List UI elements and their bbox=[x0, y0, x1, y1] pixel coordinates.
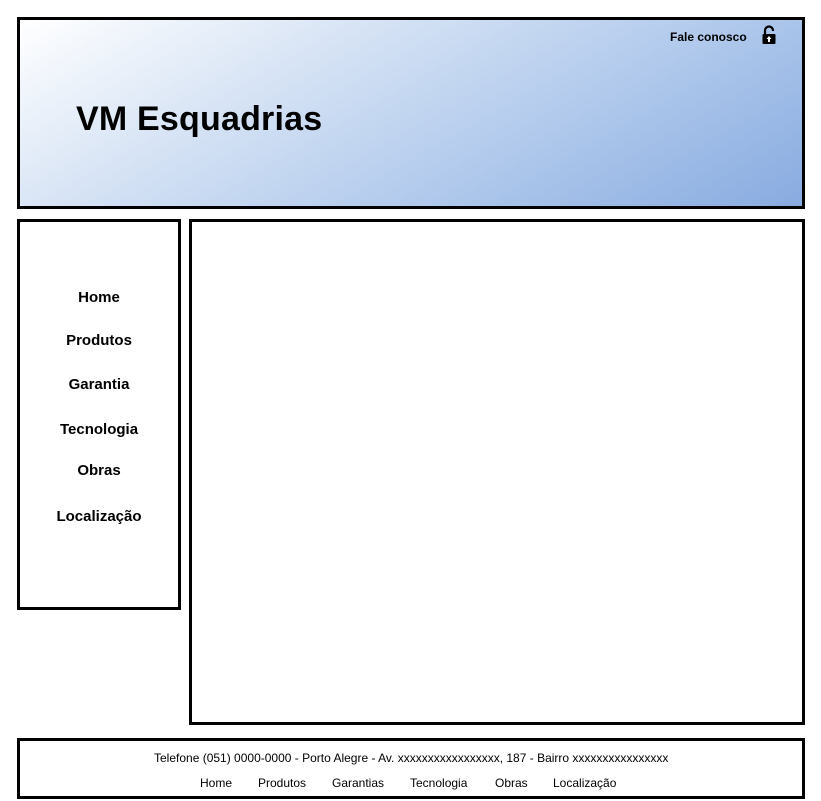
footer-link-obras[interactable]: Obras bbox=[495, 776, 528, 790]
sidebar-item-obras[interactable]: Obras bbox=[20, 461, 178, 481]
site-header: VM Esquadrias Fale conosco bbox=[17, 17, 805, 209]
contact-link[interactable]: Fale conosco bbox=[670, 30, 747, 44]
sidebar-item-produtos[interactable]: Produtos bbox=[20, 331, 178, 351]
site-title: VM Esquadrias bbox=[76, 100, 323, 138]
footer-link-produtos[interactable]: Produtos bbox=[258, 776, 306, 790]
sidebar-item-home[interactable]: Home bbox=[20, 288, 178, 308]
main-content-area bbox=[189, 219, 805, 725]
site-footer: Telefone (051) 0000-0000 - Porto Alegre … bbox=[17, 738, 805, 799]
footer-address: Telefone (051) 0000-0000 - Porto Alegre … bbox=[154, 751, 669, 765]
sidebar-item-localizacao[interactable]: Localização bbox=[20, 507, 178, 527]
footer-link-garantias[interactable]: Garantias bbox=[332, 776, 384, 790]
sidebar-nav: Home Produtos Garantia Tecnologia Obras … bbox=[17, 219, 181, 610]
sidebar-item-tecnologia[interactable]: Tecnologia bbox=[20, 420, 178, 440]
sidebar-item-garantia[interactable]: Garantia bbox=[20, 375, 178, 395]
unlocked-padlock-icon[interactable] bbox=[761, 25, 777, 45]
footer-link-home[interactable]: Home bbox=[200, 776, 232, 790]
footer-link-tecnologia[interactable]: Tecnologia bbox=[410, 776, 467, 790]
footer-link-localizacao[interactable]: Localização bbox=[553, 776, 616, 790]
